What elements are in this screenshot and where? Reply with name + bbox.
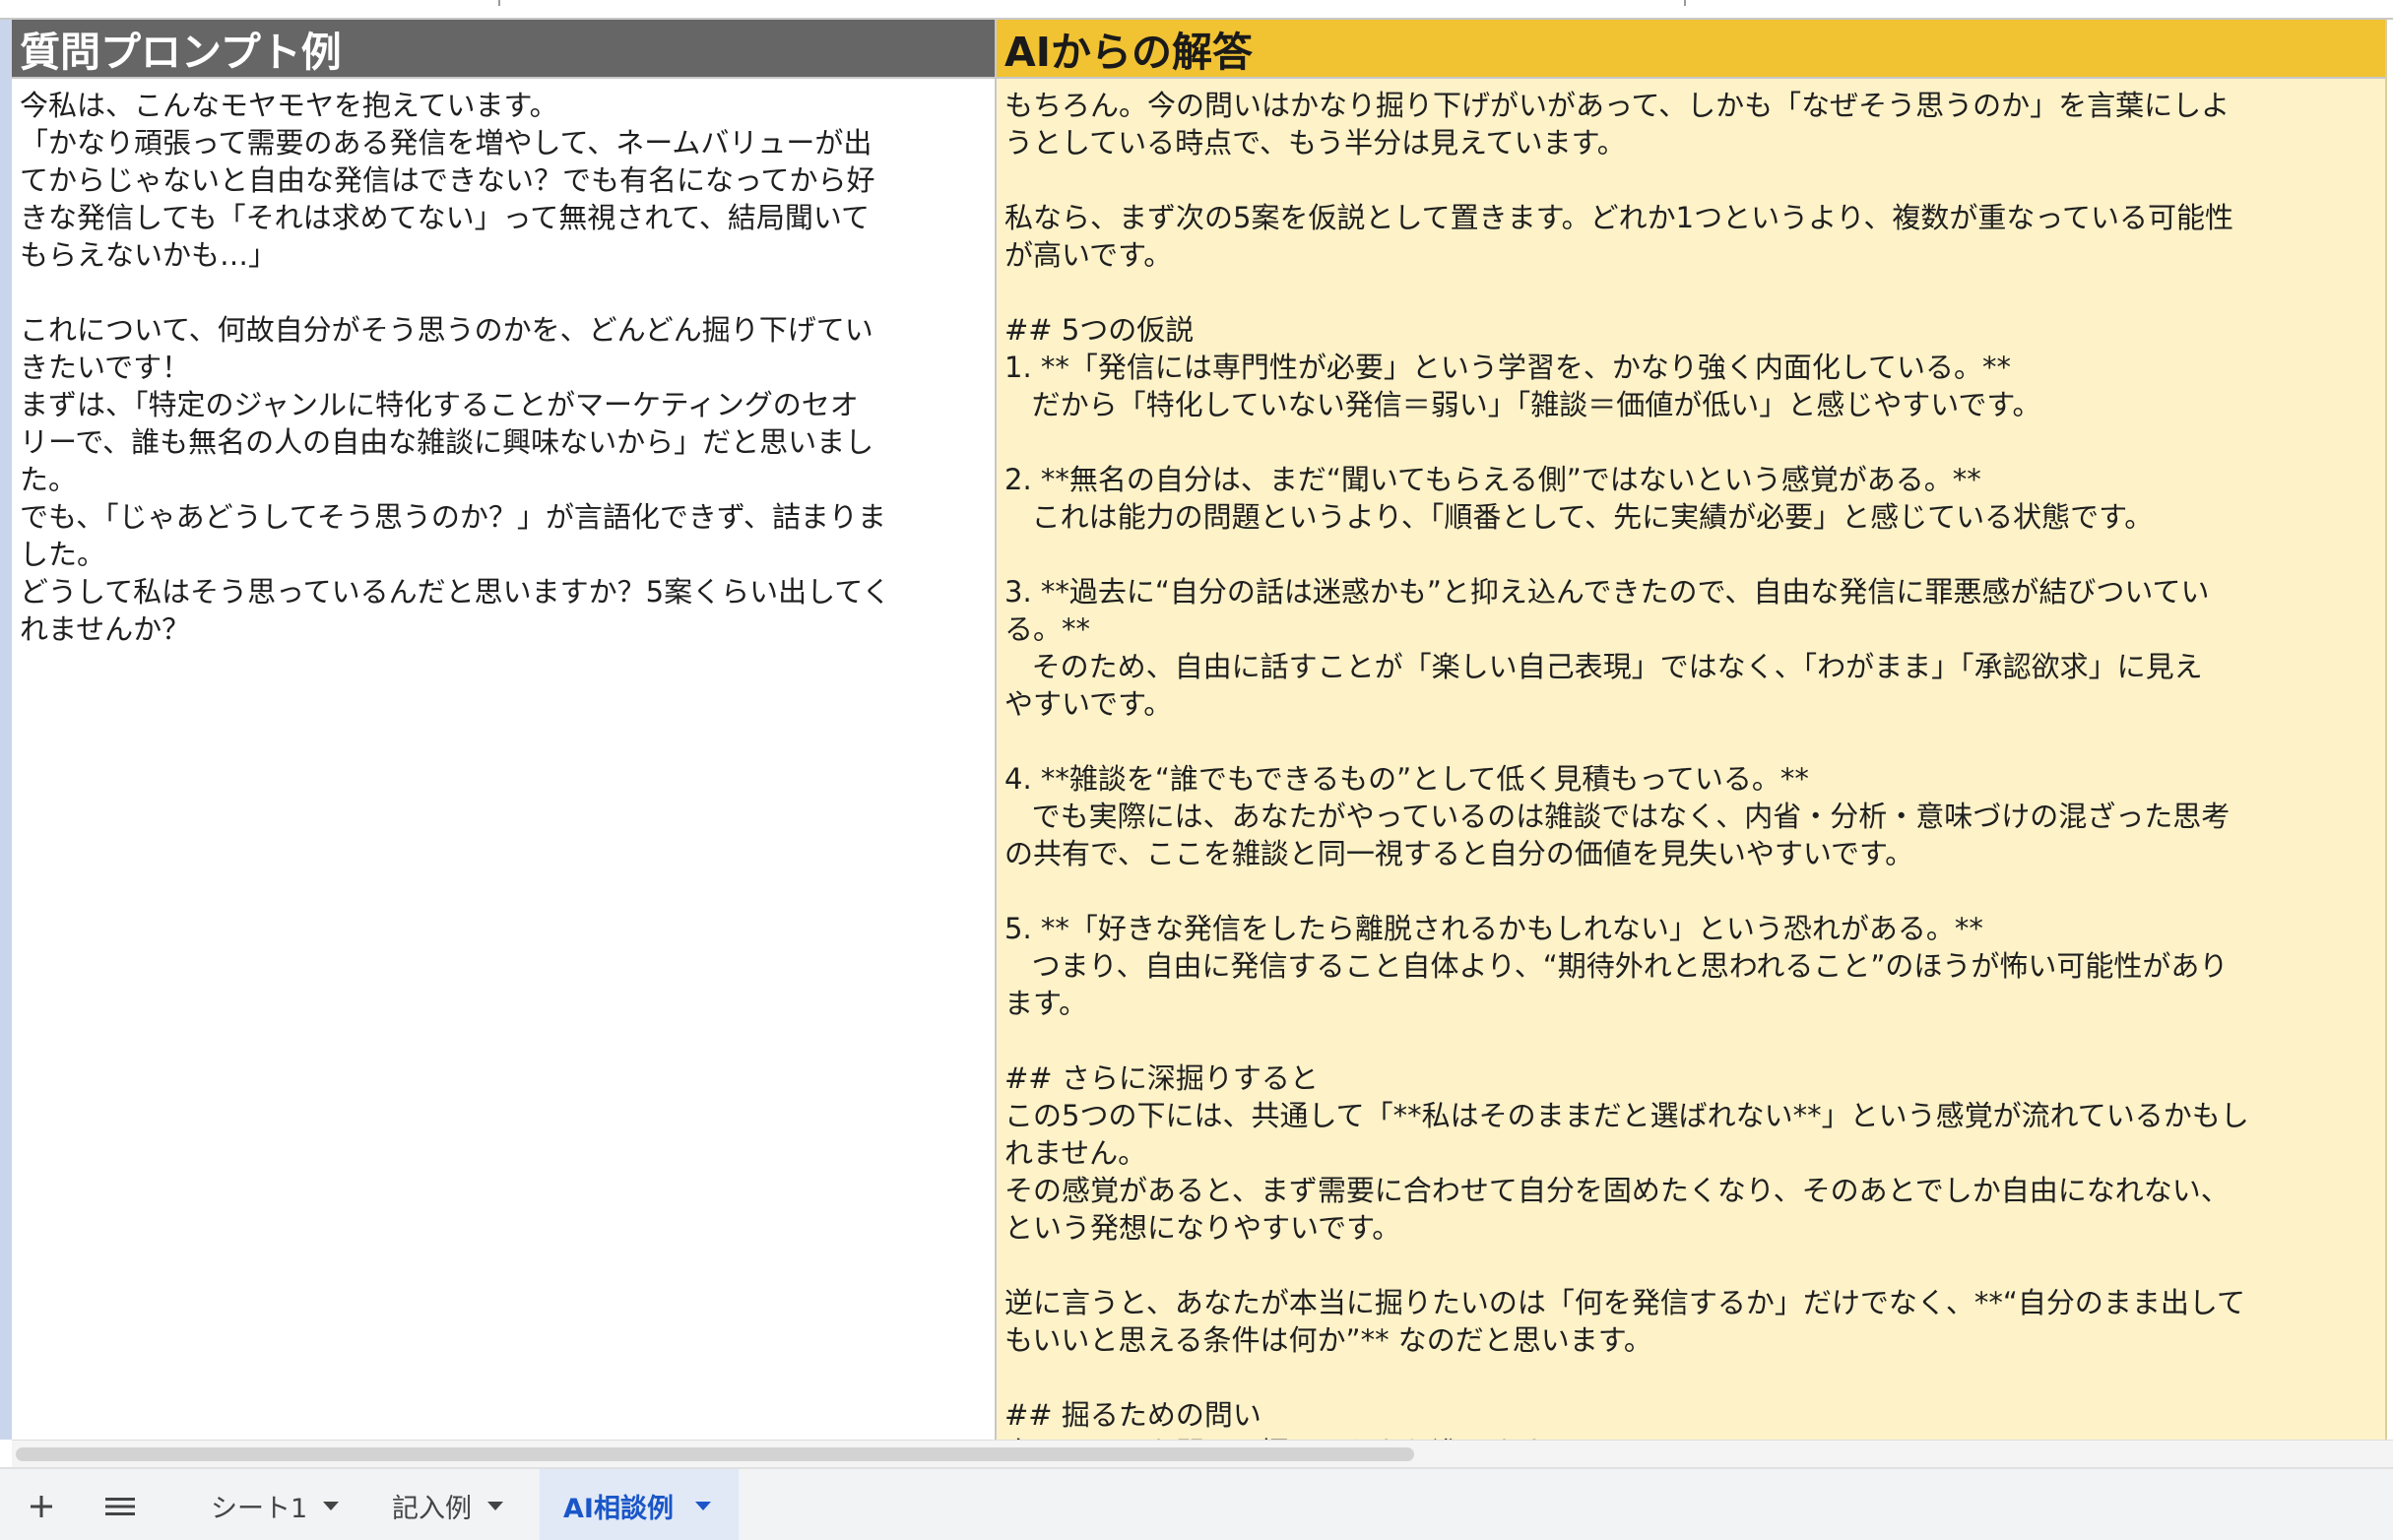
- cell-text-line: やすいです。: [1004, 687, 1173, 721]
- cell-text-line: [20, 274, 985, 311]
- cell-text-line: これについて、何故自分がそう思うのかを、どんどん掘り下げてい: [20, 313, 873, 347]
- cell-text-line: これは能力の問題というより、「順番として、先に実績が必要」と感じている状態です。: [1004, 500, 2154, 534]
- cell-text-line: つまり、自由に発信すること自体より、“期待外れと思われること”のほうが怖い可能性…: [1004, 949, 2229, 983]
- cell-text-line: ## 掘るための問い: [1004, 1398, 1261, 1432]
- cell-text-line: でも、「じゃあどうしてそう思うのか？」が言語化できず、詰まりま: [20, 500, 886, 534]
- answer-body-cell[interactable]: もちろん。今の問いはかなり掘り下げがいがあって、しかも「なぜそう思うのか」を言葉…: [997, 79, 2385, 1440]
- cell-text-line: れません。: [1004, 1136, 1147, 1170]
- cell-text-line: てからじゃないと自由な発信はできない？でも有名になってから好: [20, 163, 875, 197]
- spreadsheet-window: 質問プロンプト例 今私は、こんなモヤモヤを抱えています。「かなり頑張って需要のあ…: [0, 0, 2393, 1540]
- cell-text-line: どうして私はそう思っているんだと思いますか？5案くらい出してく: [20, 575, 891, 609]
- sheet-tab-sheet1[interactable]: シート1: [193, 1469, 356, 1540]
- cell-text-line: だから「特化していない発信＝弱い」「雑談＝価値が低い」と感じやすいです。: [1004, 388, 2041, 421]
- sheet-tab-example[interactable]: 記入例: [374, 1469, 521, 1540]
- cell-text-line: 逆に言うと、あなたが本当に掘りたいのは「何を発信するか」だけでなく、**“自分の…: [1004, 1286, 2245, 1319]
- chevron-down-icon[interactable]: [323, 1501, 340, 1510]
- cell-text-line: うとしている時点で、もう半分は見えています。: [1004, 126, 1626, 160]
- all-sheets-button[interactable]: [93, 1479, 148, 1534]
- cell-text-line: ## 5つの仮説: [1004, 313, 1195, 347]
- cell-text-line: もちろん。今の問いはかなり掘り下げがいがあって、しかも「なぜそう思うのか」を言葉…: [1004, 89, 2231, 122]
- cell-text-line: もらえないかも…」: [20, 238, 278, 272]
- cell-text-line: れませんか？: [20, 612, 191, 646]
- cell-text-line: [1004, 1022, 2375, 1059]
- answer-header-cell[interactable]: AIからの解答: [997, 20, 2385, 79]
- cell-text-line: [1004, 872, 2375, 910]
- cell-text-line: ## さらに深掘りすると: [1004, 1061, 1319, 1095]
- question-body-cell[interactable]: 今私は、こんなモヤモヤを抱えています。「かなり頑張って需要のある発信を増やして、…: [12, 79, 995, 648]
- cell-text-line: [1004, 161, 2375, 199]
- cell-text-line: 3. **過去に“自分の話は迷惑かも”と抑え込んできたので、自由な発信に罪悪感が…: [1004, 575, 2210, 609]
- cell-text-line: 2. **無名の自分は、まだ“聞いてもらえる側”ではないという感覚がある。**: [1004, 463, 1981, 496]
- cell-text-line: そのため、自由に話すことが「楽しい自己表現」ではなく、「わがまま」「承認欲求」に…: [1004, 650, 2203, 683]
- cell-text-line: [1004, 274, 2375, 311]
- cell-text-line: リーで、誰も無名の人の自由な雑談に興味ないから」だと思いまし: [20, 425, 874, 459]
- cell-text-line: その感覚があると、まず需要に合わせて自分を固めたくなり、そのあとでしか自由になれ…: [1004, 1174, 2230, 1207]
- cell-text-line: ます。: [1004, 987, 1088, 1020]
- scrollbar-thumb[interactable]: [16, 1447, 1414, 1461]
- cell-text-line: まずは、「特定のジャンルに特化することがマーケティングのセオ: [20, 388, 859, 421]
- horizontal-scrollbar[interactable]: [12, 1440, 2393, 1468]
- cell-text-line: きたいです！: [20, 351, 191, 384]
- cell-text-line: [1004, 1247, 2375, 1284]
- cell-text-line: 私なら、まず次の5案を仮説として置きます。どれか1つというより、複数が重なってい…: [1004, 201, 2233, 234]
- cell-text-line: が高いです。: [1004, 238, 1173, 272]
- cell-text-line: 4. **雑談を“誰でもできるもの”として低く見積もっている。**: [1004, 762, 1809, 796]
- column-header-strip: [0, 0, 2393, 20]
- cell-text-line: もいいと思える条件は何か”** なのだと思います。: [1004, 1323, 1652, 1357]
- hamburger-icon: [105, 1498, 135, 1515]
- sheet-tab-bar: シート1 記入例 AI相談例: [0, 1467, 2393, 1540]
- cell-text-line: 今私は、こんなモヤモヤを抱えています。: [20, 89, 558, 122]
- question-column: 質問プロンプト例 今私は、こんなモヤモヤを抱えています。「かなり頑張って需要のあ…: [12, 20, 997, 1440]
- chevron-down-icon[interactable]: [487, 1501, 503, 1510]
- cell-text-line: した。: [20, 538, 106, 571]
- sheet-tab-label: 記入例: [392, 1493, 472, 1524]
- cell-text-line: 「かなり頑張って需要のある発信を増やして、ネームバリューが出: [20, 126, 873, 160]
- answer-column: AIからの解答 もちろん。今の問いはかなり掘り下げがいがあって、しかも「なぜそう…: [997, 20, 2387, 1440]
- cell-text-line: た。: [20, 463, 78, 496]
- cell-text-line: [1004, 536, 2375, 573]
- cell-text-line: という発想になりやすいです。: [1004, 1211, 1401, 1245]
- column-divider-mark: [1684, 0, 1686, 6]
- cell-text-line: でも実際には、あなたがやっているのは雑談ではなく、内省・分析・意味づけの混ざった…: [1004, 800, 2231, 833]
- cell-text-line: [1004, 723, 2375, 760]
- cell-text-line: 5. **「好きな発信をしたら離脱されるかもしれない」という恐れがある。**: [1004, 912, 1983, 945]
- plus-icon: [31, 1496, 52, 1517]
- cell-text-line: 1. **「発信には専門性が必要」という学習を、かなり強く内面化している。**: [1004, 351, 2012, 384]
- add-sheet-button[interactable]: [14, 1479, 69, 1534]
- sheet-grid: 質問プロンプト例 今私は、こんなモヤモヤを抱えています。「かなり頑張って需要のあ…: [12, 20, 2393, 1440]
- chevron-down-icon[interactable]: [694, 1501, 711, 1510]
- cell-text-line: この5つの下には、共通して「**私はそのままだと選ばれない**」という感覚が流れ…: [1004, 1099, 2249, 1132]
- question-header-cell[interactable]: 質問プロンプト例: [12, 20, 995, 79]
- sheet-tab-label: シート1: [211, 1493, 308, 1524]
- column-divider-mark: [498, 0, 500, 6]
- cell-text-line: る。**: [1004, 612, 1091, 646]
- cell-text-line: の共有で、ここを雑談と同一視すると自分の価値を見失いやすいです。: [1004, 837, 1914, 870]
- cell-text-line: [1004, 1359, 2375, 1396]
- sheet-tab-ai-consult[interactable]: AI相談例: [540, 1469, 739, 1540]
- sheet-tab-label: AI相談例: [563, 1493, 674, 1524]
- cell-text-line: [1004, 423, 2375, 461]
- cell-text-line: きな発信しても「それは求めてない」って無視されて、結局聞いて: [20, 201, 871, 234]
